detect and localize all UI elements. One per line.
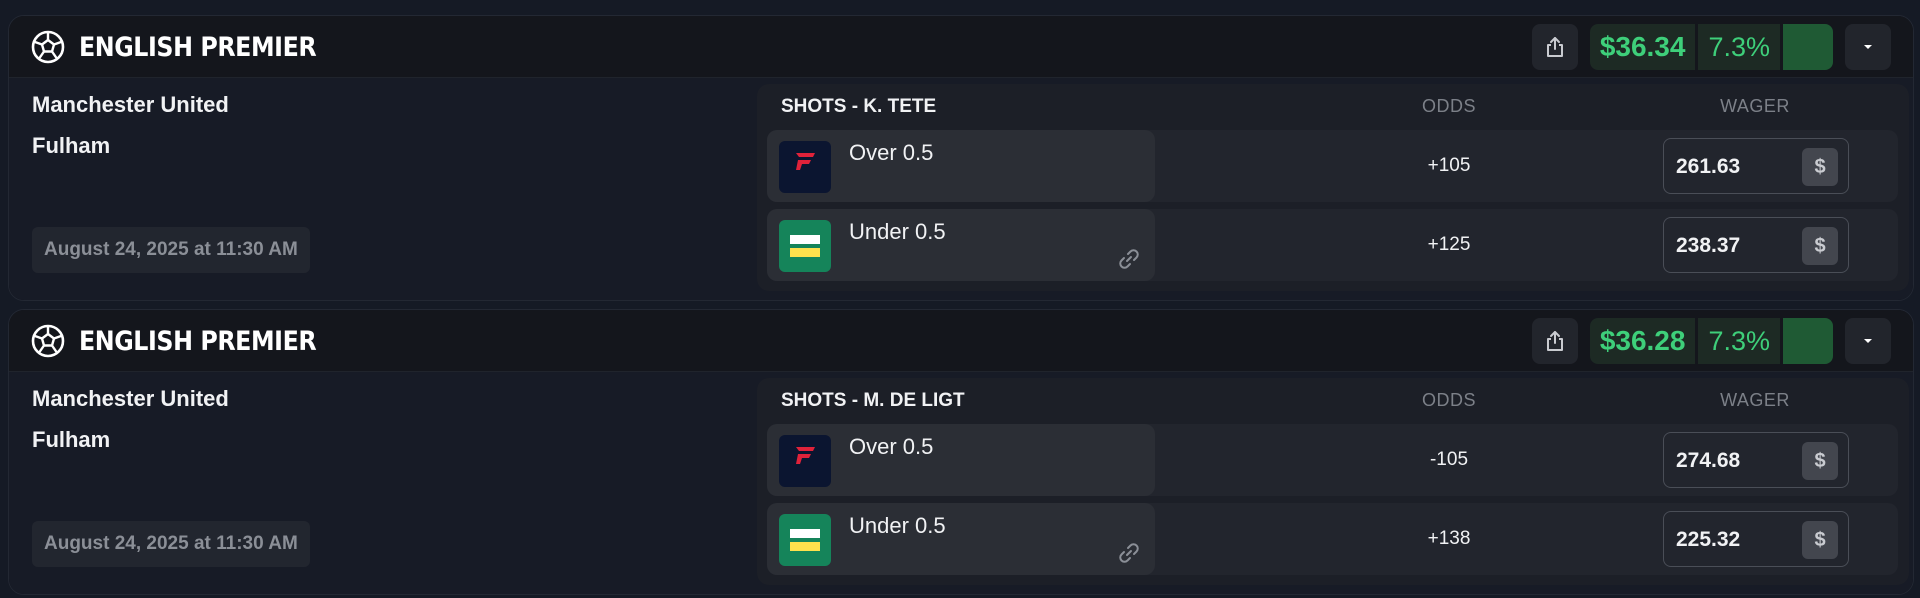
bet-row: Over 0.5 +105 261.63 $ bbox=[767, 130, 1898, 202]
market-title: SHOTS - M. DE LIGT bbox=[781, 390, 965, 411]
market-title: SHOTS - K. TETE bbox=[781, 96, 937, 117]
card-body: Manchester United Fulham August 24, 2025… bbox=[9, 78, 1913, 300]
home-team: Manchester United bbox=[32, 386, 229, 411]
wager-value: 225.32 bbox=[1676, 528, 1741, 551]
bet-row: Under 0.5 +125 238.37 $ bbox=[767, 209, 1898, 281]
fanatics-logo bbox=[779, 141, 831, 193]
selection-box[interactable]: Under 0.5 bbox=[767, 209, 1155, 281]
fanatics-logo-icon bbox=[779, 141, 831, 193]
league: ENGLISH PREMIER bbox=[31, 310, 349, 372]
market-panel: SHOTS - M. DE LIGT ODDS WAGER Over 0.5 -… bbox=[757, 378, 1909, 585]
odds-value: +105 bbox=[1427, 155, 1471, 176]
currency-button[interactable]: $ bbox=[1802, 521, 1838, 559]
bet365-logo-icon bbox=[779, 220, 831, 272]
caret-down-icon bbox=[1864, 339, 1872, 343]
profit-value: $36.34 bbox=[1589, 24, 1696, 70]
odds-value: +125 bbox=[1427, 234, 1471, 255]
selection-box[interactable]: Over 0.5 bbox=[767, 424, 1155, 496]
soccer-ball-icon bbox=[31, 324, 65, 358]
link-icon[interactable] bbox=[1117, 541, 1141, 565]
currency-button[interactable]: $ bbox=[1802, 442, 1838, 480]
home-team: Manchester United bbox=[32, 92, 229, 117]
place-bet-button[interactable] bbox=[1783, 24, 1833, 70]
wager-value: 274.68 bbox=[1676, 449, 1741, 472]
currency-button[interactable]: $ bbox=[1802, 148, 1838, 186]
bet-card: ENGLISH PREMIER $36.34 7.3% Manchester U… bbox=[8, 15, 1914, 301]
bet-row: Under 0.5 +138 225.32 $ bbox=[767, 503, 1898, 575]
expand-button[interactable] bbox=[1845, 24, 1891, 70]
share-button[interactable] bbox=[1531, 318, 1578, 364]
odds-header: ODDS bbox=[1421, 96, 1476, 116]
profit-value: $36.28 bbox=[1589, 318, 1696, 364]
profit-percent: 7.3% bbox=[1698, 318, 1780, 364]
wager-input[interactable]: 238.37 $ bbox=[1663, 217, 1849, 273]
bet-card: ENGLISH PREMIER $36.28 7.3% Manchester U… bbox=[8, 309, 1914, 595]
wager-header: WAGER bbox=[1720, 96, 1790, 116]
soccer-ball-icon bbox=[31, 30, 65, 64]
header-actions: $36.34 7.3% bbox=[1531, 24, 1891, 70]
wager-input[interactable]: 225.32 $ bbox=[1663, 511, 1849, 567]
fanatics-logo-icon bbox=[779, 435, 831, 487]
expand-button[interactable] bbox=[1845, 318, 1891, 364]
league: ENGLISH PREMIER bbox=[31, 16, 349, 78]
event-date: August 24, 2025 at 11:30 AM bbox=[32, 227, 310, 273]
bet365-logo bbox=[779, 220, 831, 272]
wager-input[interactable]: 274.68 $ bbox=[1663, 432, 1849, 488]
odds-value: -105 bbox=[1429, 449, 1469, 470]
caret-down-icon bbox=[1864, 45, 1872, 49]
selection-label: Under 0.5 bbox=[849, 219, 946, 244]
selection-label: Under 0.5 bbox=[849, 513, 946, 538]
card-body: Manchester United Fulham August 24, 2025… bbox=[9, 372, 1913, 594]
bet-row: Over 0.5 -105 274.68 $ bbox=[767, 424, 1898, 496]
selection-box[interactable]: Over 0.5 bbox=[767, 130, 1155, 202]
wager-header: WAGER bbox=[1720, 390, 1790, 410]
share-button[interactable] bbox=[1531, 24, 1578, 70]
selection-box[interactable]: Under 0.5 bbox=[767, 503, 1155, 575]
league-name: ENGLISH PREMIER bbox=[79, 325, 317, 357]
place-bet-button[interactable] bbox=[1783, 318, 1833, 364]
header-actions: $36.28 7.3% bbox=[1531, 318, 1891, 364]
page: ENGLISH PREMIER $36.34 7.3% Manchester U… bbox=[0, 0, 1920, 598]
league-name: ENGLISH PREMIER bbox=[79, 31, 317, 63]
currency-button[interactable]: $ bbox=[1802, 227, 1838, 265]
share-icon bbox=[1546, 331, 1563, 351]
bet365-logo-icon bbox=[779, 514, 831, 566]
away-team: Fulham bbox=[32, 427, 111, 452]
card-header: ENGLISH PREMIER $36.28 7.3% bbox=[9, 310, 1913, 372]
selection-label: Over 0.5 bbox=[849, 434, 934, 459]
card-header: ENGLISH PREMIER $36.34 7.3% bbox=[9, 16, 1913, 78]
selection-label: Over 0.5 bbox=[849, 140, 934, 165]
market-panel: SHOTS - K. TETE ODDS WAGER Over 0.5 +105… bbox=[757, 84, 1909, 291]
odds-value: +138 bbox=[1427, 528, 1471, 549]
link-icon[interactable] bbox=[1117, 247, 1141, 271]
event-date: August 24, 2025 at 11:30 AM bbox=[32, 521, 310, 567]
away-team: Fulham bbox=[32, 133, 111, 158]
profit-percent: 7.3% bbox=[1698, 24, 1780, 70]
wager-input[interactable]: 261.63 $ bbox=[1663, 138, 1849, 194]
fanatics-logo bbox=[779, 435, 831, 487]
odds-header: ODDS bbox=[1421, 390, 1476, 410]
wager-value: 261.63 bbox=[1676, 155, 1741, 178]
bet365-logo bbox=[779, 514, 831, 566]
wager-value: 238.37 bbox=[1676, 234, 1741, 257]
share-icon bbox=[1546, 37, 1563, 57]
